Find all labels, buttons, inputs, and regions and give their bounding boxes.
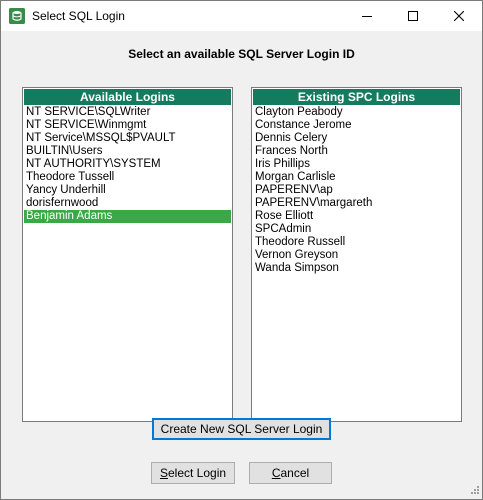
list-item[interactable]: Yancy Underhill bbox=[24, 184, 231, 197]
cancel-label: Cancel bbox=[271, 466, 310, 480]
list-item[interactable]: PAPERENV\margareth bbox=[253, 197, 460, 210]
list-item[interactable]: NT AUTHORITY\SYSTEM bbox=[24, 158, 231, 171]
list-item[interactable]: SPCAdmin bbox=[253, 223, 460, 236]
maximize-icon bbox=[408, 11, 418, 21]
list-item[interactable]: BUILTIN\Users bbox=[24, 145, 231, 158]
existing-spc-logins-list[interactable]: Existing SPC Logins Clayton Peabody Const… bbox=[251, 87, 462, 422]
cancel-button[interactable]: Cancel bbox=[249, 462, 332, 484]
window-title: Select SQL Login bbox=[32, 9, 125, 23]
list-item[interactable]: Iris Phillips bbox=[253, 158, 460, 171]
dialog-heading: Select an available SQL Server Login ID bbox=[128, 47, 355, 61]
list-item[interactable]: Clayton Peabody bbox=[253, 106, 460, 119]
list-item[interactable]: Vernon Greyson bbox=[253, 249, 460, 262]
title-bar: Select SQL Login bbox=[1, 1, 482, 31]
available-logins-list[interactable]: Available Logins NT SERVICE\SQLWriter NT … bbox=[22, 87, 233, 422]
select-login-button[interactable]: Select Login bbox=[151, 462, 235, 484]
list-item[interactable]: Rose Elliott bbox=[253, 210, 460, 223]
list-item[interactable]: Constance Jerome bbox=[253, 119, 460, 132]
select-login-label: Select Login bbox=[159, 466, 227, 480]
list-item[interactable]: Morgan Carlisle bbox=[253, 171, 460, 184]
list-item[interactable]: NT Service\MSSQL$PVAULT bbox=[24, 132, 231, 145]
list-item[interactable]: NT SERVICE\SQLWriter bbox=[24, 106, 231, 119]
minimize-button[interactable] bbox=[344, 1, 390, 31]
maximize-button[interactable] bbox=[390, 1, 436, 31]
list-item[interactable]: Dennis Celery bbox=[253, 132, 460, 145]
list-item[interactable]: Theodore Russell bbox=[253, 236, 460, 249]
select-sql-login-dialog: Select SQL Login Select an available SQL… bbox=[0, 0, 483, 500]
close-icon bbox=[454, 11, 464, 21]
sql-db-icon bbox=[9, 8, 25, 24]
resize-grip-icon[interactable] bbox=[468, 485, 480, 497]
list-item[interactable]: NT SERVICE\Winmgmt bbox=[24, 119, 231, 132]
list-item[interactable]: dorisfernwood bbox=[24, 197, 231, 210]
list-item[interactable]: Frances North bbox=[253, 145, 460, 158]
list-item[interactable]: PAPERENV\ap bbox=[253, 184, 460, 197]
close-button[interactable] bbox=[436, 1, 482, 31]
minimize-icon bbox=[362, 16, 372, 17]
available-logins-header: Available Logins bbox=[24, 89, 231, 105]
list-item[interactable]: Wanda Simpson bbox=[253, 262, 460, 275]
list-item[interactable]: Theodore Tussell bbox=[24, 171, 231, 184]
create-new-sql-login-button[interactable]: Create New SQL Server Login bbox=[152, 418, 331, 440]
existing-spc-logins-header: Existing SPC Logins bbox=[253, 89, 460, 105]
list-item-selected[interactable]: Benjamin Adams bbox=[24, 210, 231, 223]
create-new-sql-login-label: Create New SQL Server Login bbox=[160, 422, 323, 436]
